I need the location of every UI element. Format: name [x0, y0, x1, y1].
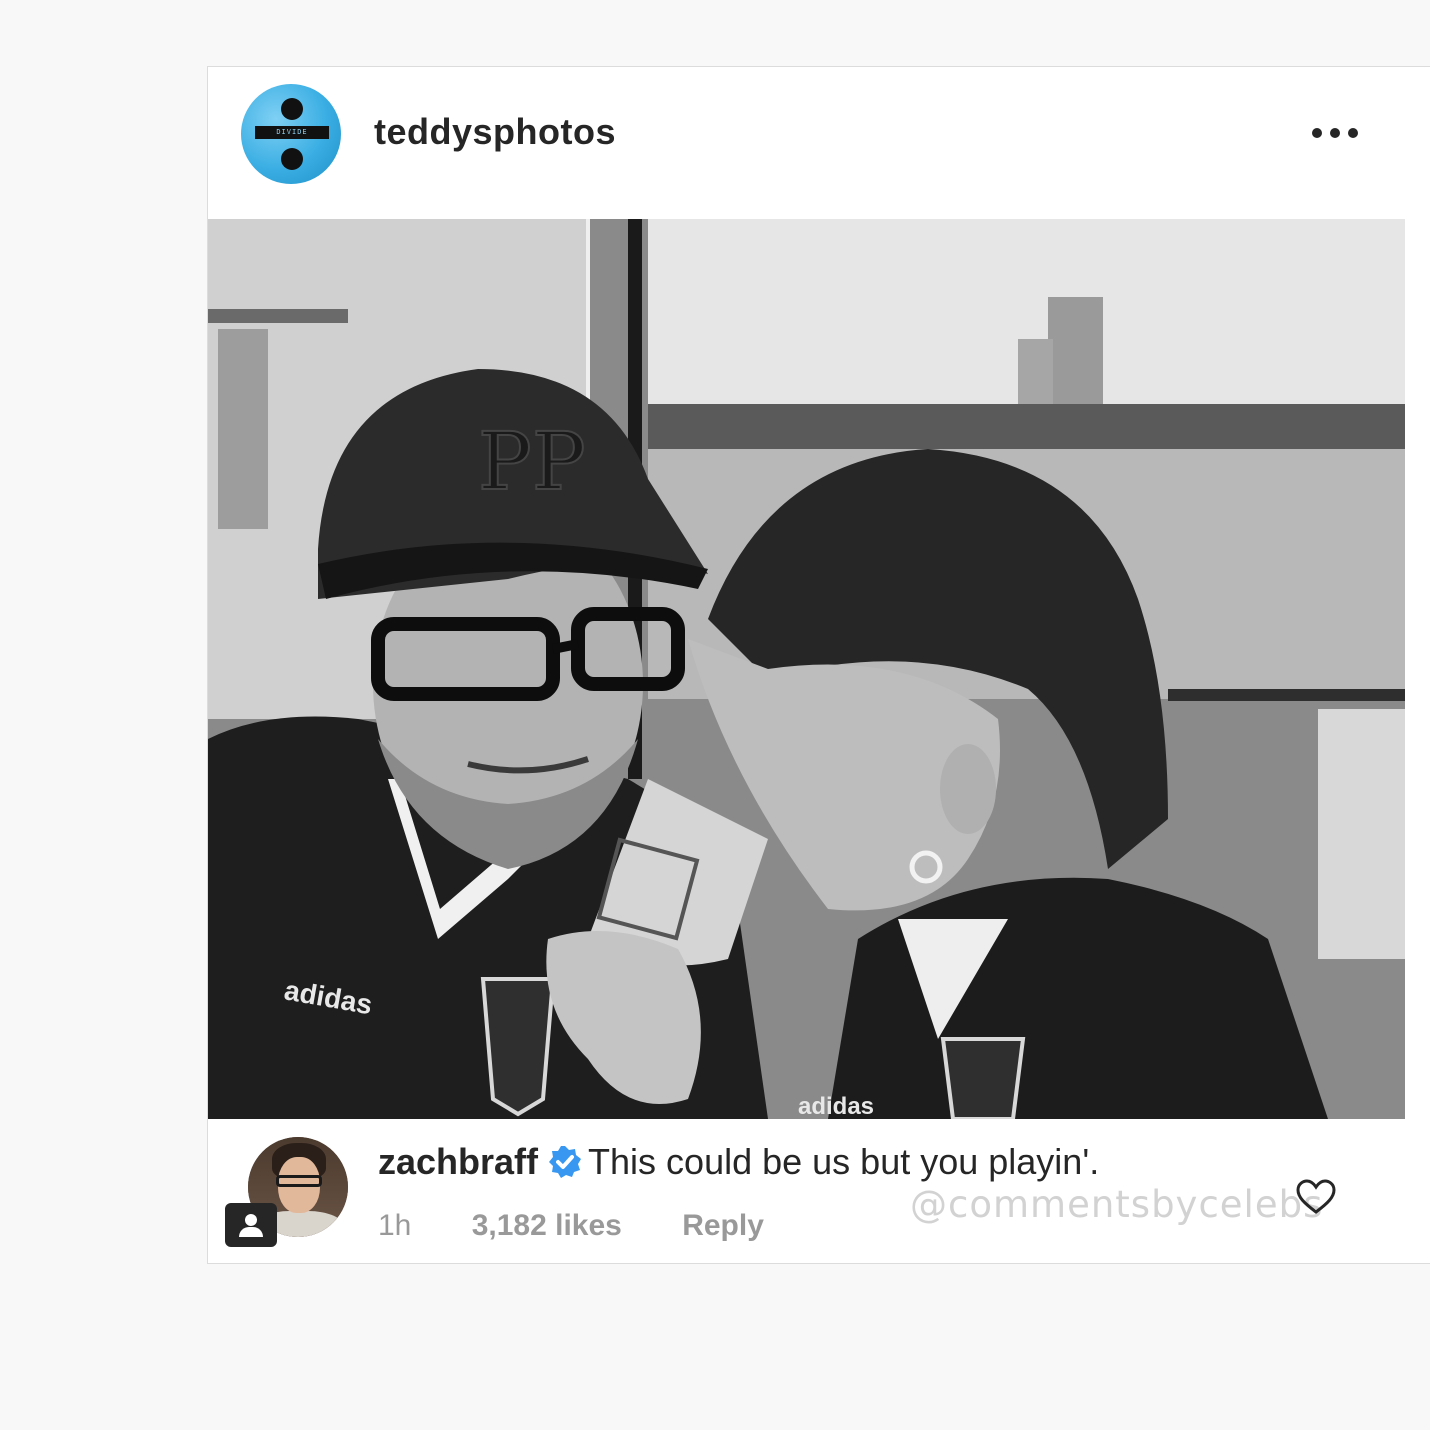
photo-illustration: PP adidas adidas	[208, 219, 1405, 1119]
svg-text:PP: PP	[478, 415, 586, 508]
post-author-username[interactable]: teddysphotos	[374, 111, 616, 153]
watermark: @commentsbycelebs	[910, 1183, 1324, 1226]
comment-text-line: zachbraff This could be us but you playi…	[378, 1141, 1099, 1183]
post-header: DIVIDE teddysphotos	[208, 67, 1430, 219]
divide-bar: DIVIDE	[255, 126, 329, 139]
instagram-post-card: DIVIDE teddysphotos PP adidas adidas zac…	[207, 66, 1430, 1264]
post-author-avatar[interactable]: DIVIDE	[241, 84, 341, 184]
comment-likes[interactable]: 3,182 likes	[472, 1209, 622, 1242]
post-photo[interactable]: PP adidas adidas	[208, 219, 1405, 1119]
comment-time: 1h	[378, 1209, 412, 1242]
comment-meta: 1h 3,182 likes Reply	[378, 1209, 816, 1243]
reply-button[interactable]: Reply	[682, 1209, 764, 1242]
heart-outline-icon[interactable]	[1296, 1179, 1336, 1215]
comment-body: This could be us but you playin'.	[588, 1141, 1100, 1182]
comment: zachbraff This could be us but you playi…	[208, 1119, 1430, 1265]
svg-text:adidas: adidas	[798, 1093, 874, 1119]
divide-dot-bottom	[281, 148, 303, 170]
person-icon[interactable]	[225, 1203, 277, 1247]
verified-badge-icon	[549, 1146, 582, 1178]
commenter-username[interactable]: zachbraff	[378, 1141, 538, 1182]
more-options-icon[interactable]	[1312, 123, 1358, 143]
divide-dot-top	[281, 98, 303, 120]
